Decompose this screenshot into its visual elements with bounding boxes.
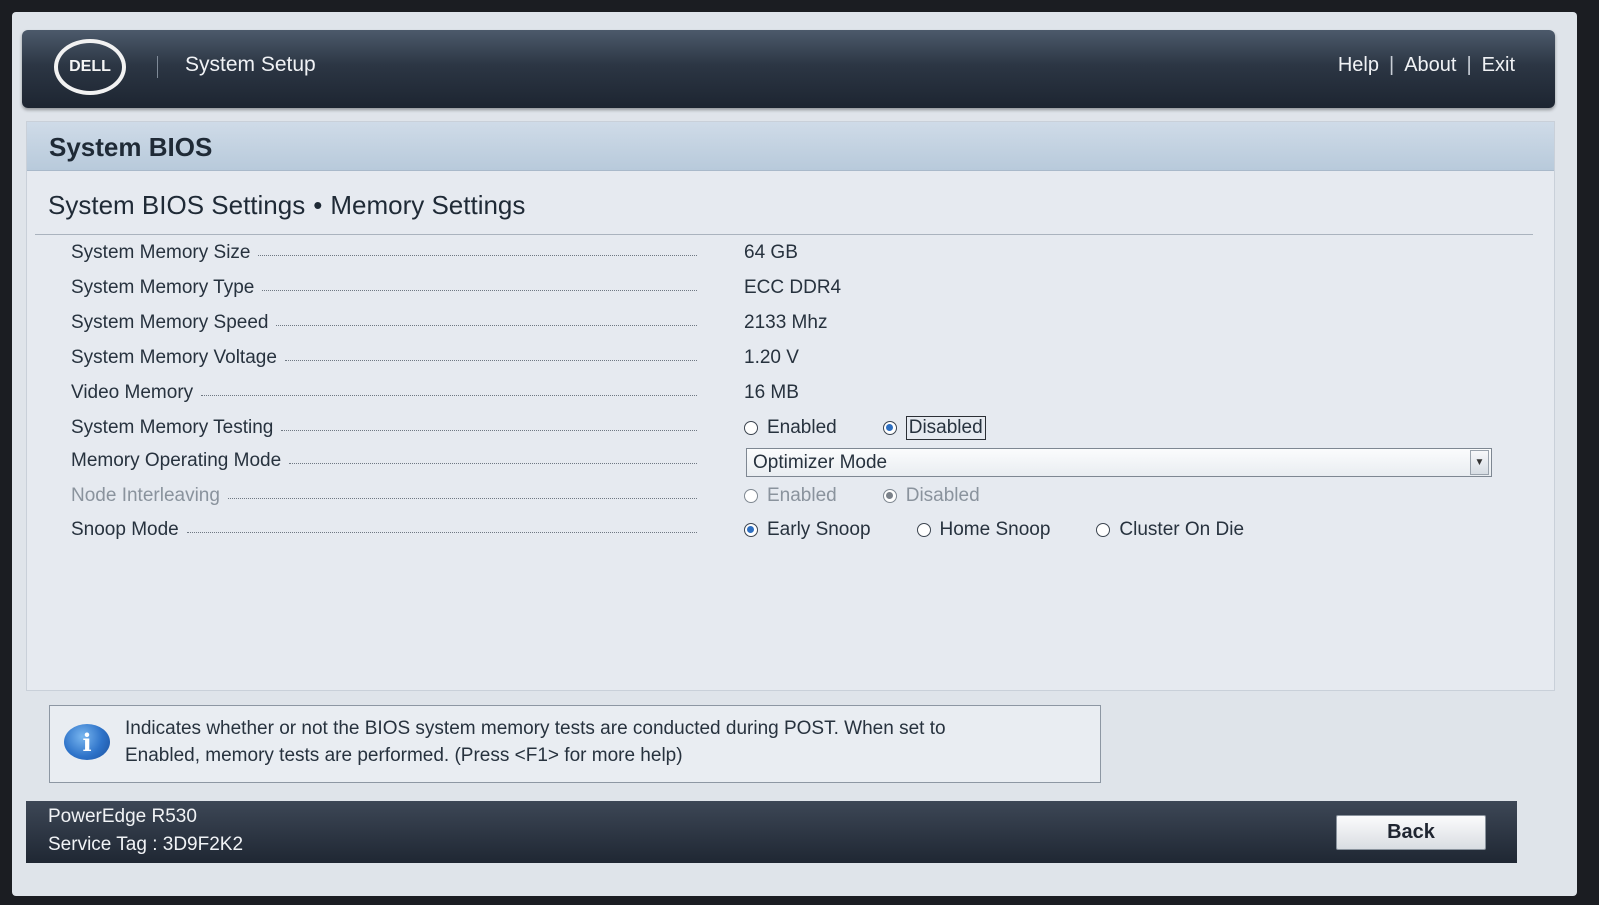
node-interleaving-options: Enabled Disabled xyxy=(744,481,1026,511)
label-text: Video Memory xyxy=(71,382,194,403)
setting-row-memory-voltage: System Memory Voltage 1.20 V xyxy=(71,343,1531,373)
page-title: System BIOS xyxy=(49,132,213,162)
header-bar: DELL System Setup Help | About | Exit xyxy=(22,30,1555,108)
help-line-2: Enabled, memory tests are performed. (Pr… xyxy=(125,745,683,766)
label-text: System Memory Speed xyxy=(71,312,269,333)
radio-circle-selected xyxy=(882,421,897,435)
snoop-mode-options: Early Snoop Home Snoop Cluster On Die xyxy=(744,515,1290,545)
label-text: Snoop Mode xyxy=(71,519,179,540)
nav-separator: | xyxy=(1388,54,1395,76)
radio-circle-selected xyxy=(882,489,897,503)
setting-row-memory-testing: System Memory Testing Enabled Disabled xyxy=(71,413,1531,443)
setting-label: Video Memory xyxy=(71,378,697,408)
help-box: i Indicates whether or not the BIOS syst… xyxy=(49,705,1101,783)
label-text: System Memory Type xyxy=(71,277,255,298)
home-snoop-radio[interactable]: Home Snoop xyxy=(916,519,1051,541)
radio-label-focused: Disabled xyxy=(905,416,986,440)
label-text: System Memory Size xyxy=(71,242,251,263)
memory-voltage-value: 1.20 V xyxy=(744,347,799,368)
main-panel: System BIOS System BIOS Settings • Memory … xyxy=(26,121,1555,691)
memory-type-value: ECC DDR4 xyxy=(744,277,842,298)
label-text: System Memory Testing xyxy=(71,417,274,438)
early-snoop-radio[interactable]: Early Snoop xyxy=(744,519,871,541)
footer-bar: PowerEdge R530 Service Tag : 3D9F2K2 Bac… xyxy=(26,801,1517,863)
leader-dots xyxy=(262,289,697,291)
cluster-on-die-radio[interactable]: Cluster On Die xyxy=(1096,519,1244,541)
app-title: System Setup xyxy=(185,53,316,76)
node-interleaving-disabled-radio: Disabled xyxy=(882,485,980,507)
memory-size-value: 64 GB xyxy=(744,242,798,263)
nav-separator: | xyxy=(1466,54,1472,76)
breadcrumb-parent: System BIOS Settings xyxy=(48,190,306,220)
dell-logo: DELL xyxy=(54,39,126,95)
breadcrumb: System BIOS Settings • Memory Settings xyxy=(48,190,525,221)
breadcrumb-separator: • xyxy=(313,190,323,220)
radio-label: Disabled xyxy=(905,485,980,506)
select-value: Optimizer Mode xyxy=(753,451,888,473)
section-divider xyxy=(35,234,1533,235)
label-text: System Memory Voltage xyxy=(71,347,277,368)
logo-text: DELL xyxy=(69,58,111,75)
help-line-1: Indicates whether or not the BIOS system… xyxy=(125,718,946,739)
leader-dots xyxy=(258,254,697,256)
header-divider xyxy=(157,56,158,78)
setting-row-memory-size: System Memory Size 64 GB xyxy=(71,238,1531,268)
radio-circle-selected xyxy=(744,523,758,537)
node-interleaving-enabled-radio: Enabled xyxy=(744,485,837,507)
memory-testing-options: Enabled Disabled xyxy=(744,413,1032,443)
radio-circle xyxy=(1096,523,1111,537)
about-link[interactable]: About xyxy=(1404,54,1456,77)
chevron-down-icon[interactable]: ▼ xyxy=(1470,450,1489,475)
video-memory-value: 16 MB xyxy=(744,382,799,403)
leader-dots xyxy=(289,462,697,464)
radio-label: Home Snoop xyxy=(939,519,1051,540)
leader-dots xyxy=(201,394,697,396)
label-text: Memory Operating Mode xyxy=(71,450,282,471)
setting-row-video-memory: Video Memory 16 MB xyxy=(71,378,1531,408)
setting-row-memory-speed: System Memory Speed 2133 Mhz xyxy=(71,308,1531,338)
header-nav: Help | About | Exit xyxy=(1338,54,1515,77)
leader-dots xyxy=(276,324,697,326)
setting-row-node-interleaving: Node Interleaving Enabled Disabled xyxy=(71,481,1531,511)
radio-label: Enabled xyxy=(767,417,837,438)
info-icon: i xyxy=(64,724,110,760)
memory-speed-value: 2133 Mhz xyxy=(744,312,828,333)
radio-label: Early Snoop xyxy=(767,519,871,540)
setting-row-operating-mode: Memory Operating Mode Optimizer Mode ▼ xyxy=(71,448,1531,478)
setting-row-snoop-mode: Snoop Mode Early Snoop Home Snoop Cluste… xyxy=(71,515,1531,545)
setting-label: System Memory Type xyxy=(71,273,697,303)
setting-row-memory-type: System Memory Type ECC DDR4 xyxy=(71,273,1531,303)
setting-label: System Memory Speed xyxy=(71,308,697,338)
radio-circle xyxy=(916,523,931,537)
memory-testing-enabled-radio[interactable]: Enabled xyxy=(744,417,837,439)
radio-circle xyxy=(744,421,758,435)
label-text: Node Interleaving xyxy=(71,485,220,506)
back-button[interactable]: Back xyxy=(1336,815,1486,850)
memory-operating-mode-select[interactable]: Optimizer Mode ▼ xyxy=(746,448,1492,477)
service-tag: Service Tag : 3D9F2K2 xyxy=(48,834,244,855)
exit-link[interactable]: Exit xyxy=(1482,54,1515,77)
leader-dots xyxy=(227,497,697,499)
radio-circle xyxy=(744,489,758,503)
setting-label: Snoop Mode xyxy=(71,515,697,545)
help-link[interactable]: Help xyxy=(1338,54,1379,77)
setting-label: Node Interleaving xyxy=(71,481,697,511)
setting-label: Memory Operating Mode xyxy=(71,446,697,476)
leader-dots xyxy=(284,359,697,361)
radio-label: Enabled xyxy=(767,485,837,506)
setting-label: System Memory Voltage xyxy=(71,343,697,373)
model-name: PowerEdge R530 xyxy=(48,806,197,827)
radio-label: Cluster On Die xyxy=(1119,519,1245,540)
breadcrumb-current: Memory Settings xyxy=(330,190,526,220)
setting-label: System Memory Testing xyxy=(71,413,697,443)
panel-title-bar: System BIOS xyxy=(27,122,1554,171)
help-text: Indicates whether or not the BIOS system… xyxy=(125,715,1085,769)
leader-dots xyxy=(186,531,697,533)
leader-dots xyxy=(281,429,697,431)
memory-testing-disabled-radio[interactable]: Disabled xyxy=(882,416,986,440)
setting-label: System Memory Size xyxy=(71,238,697,268)
